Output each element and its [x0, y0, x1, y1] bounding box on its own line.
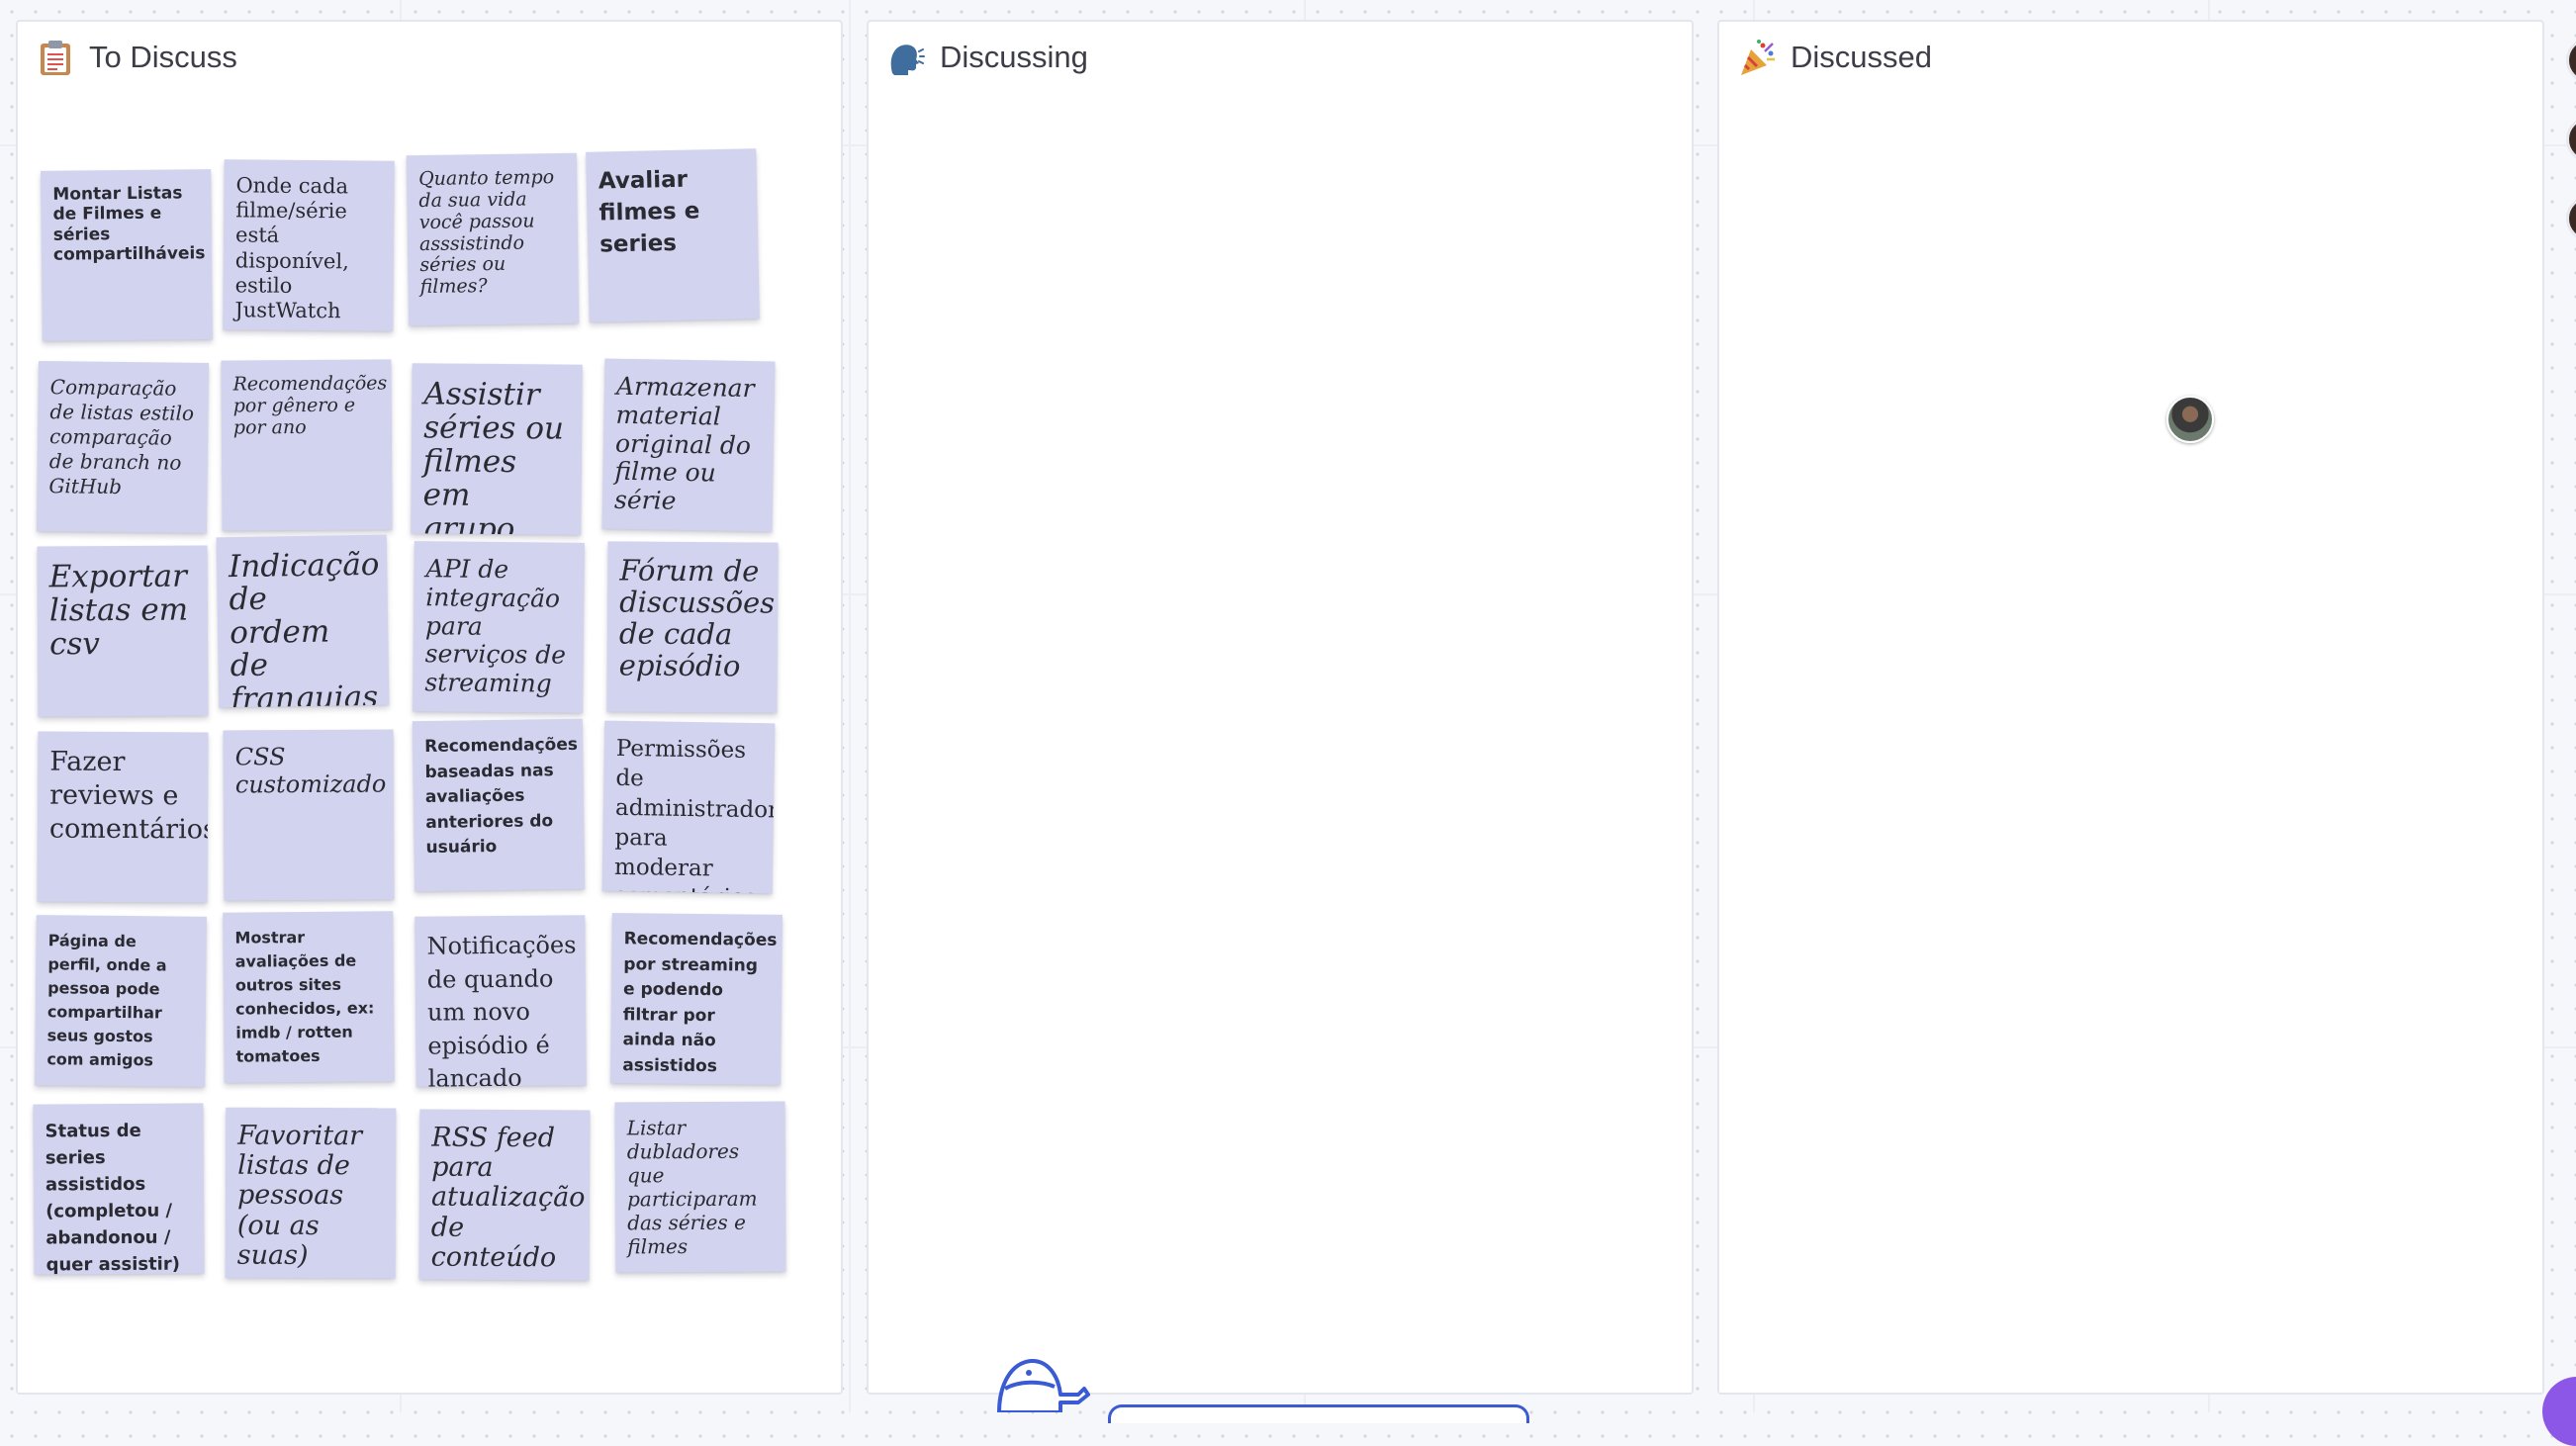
column-title: Discussed	[1791, 40, 1932, 74]
speaking-head-icon	[890, 45, 925, 75]
column-header: To Discuss	[36, 38, 237, 77]
sticky-note[interactable]: Recomendações baseadas nas avaliações an…	[412, 718, 586, 892]
grid-line	[849, 0, 851, 1412]
party-popper-icon	[1741, 40, 1775, 75]
column-discussing[interactable]: Discussing	[867, 20, 1694, 1395]
sticky-note[interactable]: Mostrar avaliações de outros sites conhe…	[223, 911, 395, 1083]
sticky-note[interactable]: Página de perfil, onde a pessoa pode com…	[35, 915, 207, 1087]
sticky-note[interactable]: Recomendações por streaming e podendo fi…	[610, 913, 782, 1085]
clipboard-icon	[41, 41, 70, 75]
sticky-note[interactable]: RSS feed para atualização de conteúdo	[418, 1109, 591, 1281]
user-avatar[interactable]	[2566, 196, 2576, 241]
sticky-note[interactable]: Fazer reviews e comentários	[37, 731, 209, 903]
sticky-note[interactable]: Exportar listas em csv	[37, 545, 209, 717]
user-avatar[interactable]	[2566, 38, 2576, 83]
sticky-note[interactable]: Fórum de discussões de cada episódio	[606, 541, 779, 713]
sticky-note[interactable]: Indicação de ordem de franquias	[216, 534, 390, 708]
user-avatar[interactable]	[2566, 117, 2576, 162]
sticky-note[interactable]: Avaliar filmes e series	[586, 148, 760, 322]
sticky-note[interactable]: Onde cada filme/série está disponível, e…	[223, 159, 395, 331]
column-title: To Discuss	[89, 40, 237, 74]
sticky-note[interactable]: Armazenar material original do filme ou …	[601, 358, 776, 532]
sticky-note[interactable]: API de integração para serviços de strea…	[413, 541, 585, 713]
sticky-note[interactable]: Permissões de administrador para moderar…	[601, 720, 776, 894]
sticky-note[interactable]: Recomendações por gênero e por ano	[221, 359, 393, 531]
mascot-cursor-icon	[997, 1359, 1090, 1412]
column-discussed[interactable]: Discussed	[1717, 20, 2544, 1395]
sticky-note[interactable]: Assistir séries ou filmes em grupo	[411, 363, 583, 535]
sticky-note[interactable]: Notificações de quando um novo episódio …	[414, 915, 587, 1087]
sticky-note[interactable]: Status de series assistidos (completou /…	[33, 1103, 205, 1275]
chat-launcher-button[interactable]	[2542, 1377, 2576, 1446]
sticky-note[interactable]: Comparação de listas estilo comparação d…	[36, 360, 210, 534]
column-title: Discussing	[940, 40, 1088, 74]
column-header: Discussed	[1737, 38, 1932, 77]
cursor-label-bubble	[1108, 1404, 1529, 1423]
sticky-note[interactable]: Quanto tempo da sua vida você passou ass…	[406, 152, 580, 326]
sticky-note[interactable]: Favoritar listas de pessoas (ou as suas)	[225, 1107, 397, 1279]
sticky-note[interactable]: CSS customizado	[223, 729, 395, 901]
sticky-note[interactable]: Montar Listas de Filmes e séries compart…	[41, 169, 213, 341]
column-header: Discussing	[886, 38, 1088, 77]
collaborator-avatar[interactable]	[2166, 396, 2214, 443]
sticky-note[interactable]: Listar dubladores que participaram das s…	[614, 1101, 786, 1273]
